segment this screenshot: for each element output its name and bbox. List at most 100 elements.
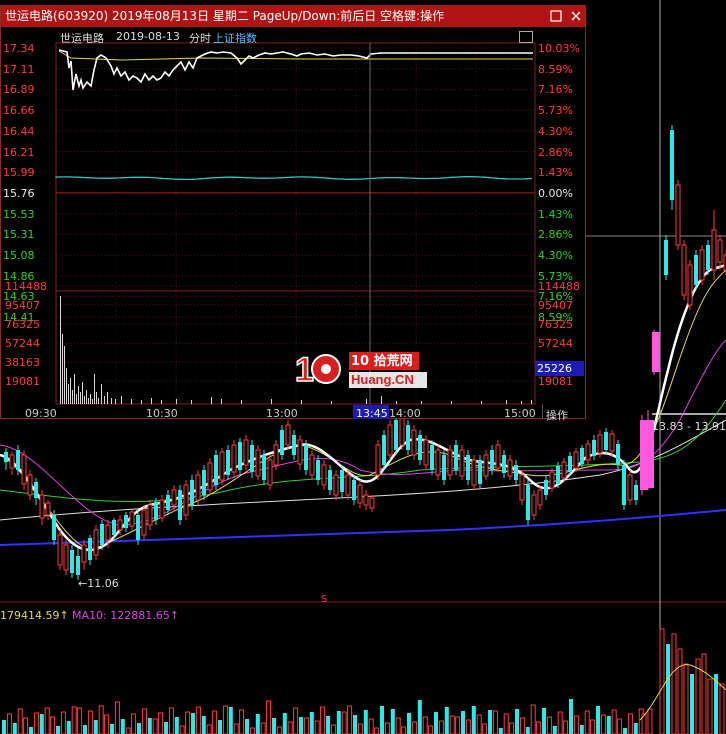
index-link[interactable]: 上证指数 <box>213 30 257 46</box>
volume-label: 57244 <box>5 337 40 350</box>
volume-bar <box>482 723 488 734</box>
volume-bar <box>71 706 77 734</box>
volume-bar <box>330 724 336 734</box>
volume-bar <box>228 707 233 734</box>
volume-bar <box>314 720 320 734</box>
volume-bar <box>677 648 683 734</box>
candle-body <box>352 480 356 500</box>
volume-bar <box>272 718 276 734</box>
pct-label: 5.73% <box>538 104 573 118</box>
volume-bar <box>368 718 374 734</box>
low-price-marker: ←11.06 <box>78 577 119 590</box>
volume-bar <box>381 396 382 404</box>
candle-body <box>273 444 279 466</box>
volume-bar <box>488 710 492 734</box>
volume-bar <box>233 723 239 734</box>
volume-bar <box>191 400 192 404</box>
operate-label[interactable]: 操作 <box>546 407 568 423</box>
candle-body <box>39 494 45 519</box>
volume-bar <box>110 724 114 734</box>
time-label-1500: 15:00 <box>504 407 536 420</box>
candle-body <box>375 444 381 476</box>
volume-bar <box>521 401 522 404</box>
candle-body <box>561 461 567 479</box>
candle-body <box>171 489 177 506</box>
volume-bar <box>83 725 87 734</box>
volume-label: 76325 <box>5 318 40 331</box>
candle-body <box>328 470 332 490</box>
volume-bar <box>168 707 174 734</box>
volume-bar <box>611 709 617 734</box>
candle-body <box>304 445 308 470</box>
candle-body <box>622 465 626 505</box>
volume-bar <box>74 374 75 404</box>
candle-body <box>585 443 591 461</box>
volume-bar <box>707 678 713 734</box>
volume-bar <box>2 720 6 734</box>
candle-body <box>34 482 38 498</box>
volume-bar <box>536 721 542 734</box>
candle-body <box>76 556 80 575</box>
candle-body <box>592 440 596 456</box>
volume-bar <box>481 401 482 404</box>
volume-label-right: 57244 <box>538 337 573 350</box>
volume-bar <box>347 705 353 734</box>
candle-body <box>544 480 548 495</box>
volume-bar <box>606 716 611 734</box>
volume-bar <box>266 700 272 734</box>
volume-bar <box>98 705 104 734</box>
volume-bar <box>326 716 330 734</box>
volume-bar <box>320 706 326 734</box>
volume-bar <box>714 674 718 734</box>
volume-bar <box>77 707 83 734</box>
volume-bar <box>530 704 536 734</box>
volume-bar <box>104 396 105 404</box>
candle-body <box>88 538 92 560</box>
candle-body <box>100 524 104 545</box>
volume-bar <box>421 401 422 404</box>
volume-bar <box>131 713 137 734</box>
volume-bar <box>428 725 434 734</box>
volume-bar <box>241 400 242 404</box>
volume-bar <box>44 707 50 734</box>
candle-body <box>178 490 182 520</box>
volume-bar <box>600 714 606 734</box>
volume-bar <box>331 401 332 404</box>
pct-label: 4.30% <box>538 249 573 262</box>
candle-body <box>459 449 465 477</box>
volume-bar <box>627 713 633 734</box>
volume-bar <box>255 714 260 734</box>
volume-bar <box>60 296 61 404</box>
candle-body <box>616 444 620 465</box>
volume-bar <box>137 723 141 734</box>
candle-body <box>112 520 116 535</box>
volume-bar <box>384 722 390 734</box>
candle-body <box>16 450 20 470</box>
candle-body <box>478 460 482 484</box>
chart-toggle-icon[interactable] <box>519 31 533 43</box>
candle-body <box>219 451 225 481</box>
volume-bar <box>451 401 452 404</box>
candle-body <box>141 509 147 536</box>
candle-body <box>490 450 494 470</box>
intraday-popup-window: 世运电路(603920) 2019年08月13日 星期二 PageUp/Down… <box>0 5 586 422</box>
candle-body <box>717 239 723 263</box>
volume-bar <box>93 720 98 734</box>
price-label: 17.11 <box>3 62 35 76</box>
volume-bar <box>503 713 509 734</box>
pct-label: 4.30% <box>538 124 573 138</box>
candle-body <box>537 489 543 506</box>
candle-body <box>93 529 99 556</box>
volume-ma10-readout: MA10: 122881.65↑ <box>72 609 179 622</box>
volume-bar <box>434 712 438 734</box>
volume-bar <box>633 723 638 734</box>
candle-body <box>454 445 458 470</box>
pct-label: 2.86% <box>538 145 573 159</box>
candle-body <box>190 480 194 505</box>
candle-body <box>250 445 254 472</box>
candle-body <box>382 435 386 465</box>
candle-body <box>507 459 513 477</box>
candle-body <box>292 435 296 455</box>
candle-body <box>147 504 153 526</box>
volume-bar <box>519 717 525 734</box>
